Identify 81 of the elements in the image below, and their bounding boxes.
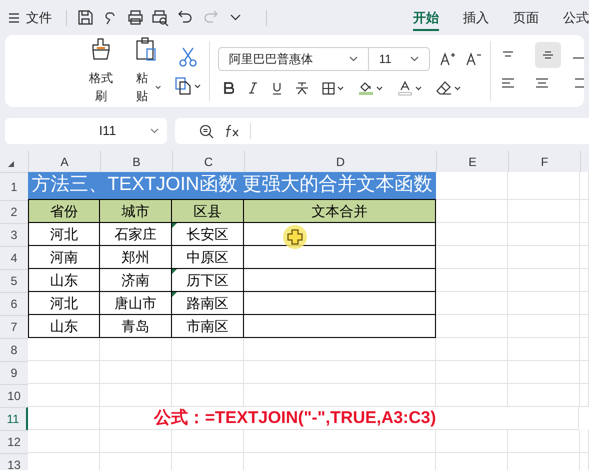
row-header[interactable]: 8 bbox=[10, 341, 18, 359]
bold-icon[interactable] bbox=[224, 82, 234, 94]
border-icon[interactable] bbox=[322, 82, 335, 94]
paintbrush-icon[interactable] bbox=[90, 37, 112, 61]
fill-color-icon[interactable] bbox=[358, 80, 374, 96]
row-header[interactable]: 7 bbox=[10, 318, 18, 336]
table-cell: 市南区 bbox=[172, 315, 244, 338]
ribbon-tab[interactable]: 公式 bbox=[563, 4, 589, 32]
header-cell: 省份 bbox=[28, 200, 100, 223]
table-cell: 河北 bbox=[28, 223, 100, 246]
clipboard-icon[interactable] bbox=[135, 37, 158, 61]
menu-icon[interactable] bbox=[8, 12, 20, 24]
row-header[interactable]: 1 bbox=[10, 178, 18, 196]
shrink-font-icon[interactable] bbox=[466, 52, 482, 66]
table-cell: 河北 bbox=[28, 292, 100, 315]
align-middle-button[interactable] bbox=[535, 42, 561, 68]
save-icon[interactable] bbox=[77, 9, 94, 26]
header-cell: 城市 bbox=[100, 200, 172, 223]
ribbon-tab[interactable]: 开始 bbox=[413, 4, 439, 32]
caret-icon[interactable] bbox=[415, 86, 422, 90]
scissors-icon[interactable] bbox=[179, 47, 197, 67]
table-cell: 郑州 bbox=[100, 246, 172, 269]
row-header[interactable]: 9 bbox=[10, 364, 18, 382]
italic-icon[interactable] bbox=[248, 82, 258, 94]
column-header[interactable]: F bbox=[540, 152, 548, 170]
table-cell: 青岛 bbox=[100, 315, 172, 338]
table-cell: 历下区 bbox=[172, 269, 244, 292]
align-top-icon[interactable] bbox=[501, 51, 515, 59]
table-cell: 唐山市 bbox=[100, 292, 172, 315]
align-left-icon[interactable] bbox=[501, 78, 515, 88]
row-header[interactable]: 5 bbox=[10, 272, 18, 290]
name-box[interactable]: I11 bbox=[5, 118, 167, 144]
table-cell: 山东 bbox=[28, 315, 100, 338]
column-header[interactable]: D bbox=[336, 152, 345, 170]
preview-icon[interactable] bbox=[152, 9, 169, 26]
table-cell: 济南 bbox=[100, 269, 172, 292]
align-middle-icon bbox=[541, 51, 555, 59]
size-dropdown[interactable]: 11 bbox=[369, 48, 429, 70]
caret-icon[interactable] bbox=[337, 86, 344, 90]
copy-icon[interactable] bbox=[175, 77, 191, 95]
table-cell: 长安区 bbox=[172, 223, 244, 246]
caret-icon[interactable] bbox=[454, 86, 461, 90]
function-icon[interactable] bbox=[224, 124, 240, 138]
column-header[interactable]: C bbox=[204, 152, 213, 170]
caret-icon[interactable] bbox=[376, 86, 383, 90]
print-icon[interactable] bbox=[127, 9, 144, 26]
grow-font-icon[interactable] bbox=[440, 52, 456, 66]
row-header[interactable]: 3 bbox=[10, 226, 18, 244]
chevron-icon bbox=[349, 56, 358, 62]
table-cell: 中原区 bbox=[172, 246, 244, 269]
align-center-icon[interactable] bbox=[535, 78, 549, 88]
column-header[interactable]: E bbox=[468, 152, 476, 170]
format-painter-button[interactable]: 格式刷 bbox=[85, 69, 118, 105]
table-cell: 石家庄 bbox=[100, 223, 172, 246]
cursor-icon bbox=[282, 224, 308, 250]
strikethrough-icon[interactable] bbox=[296, 82, 308, 94]
select-all-icon[interactable] bbox=[8, 161, 14, 167]
chevron-icon bbox=[410, 56, 419, 62]
column-header[interactable]: B bbox=[132, 152, 140, 170]
font-color-icon[interactable] bbox=[397, 80, 413, 96]
caret-icon[interactable] bbox=[194, 84, 201, 88]
ribbon-tab[interactable]: 插入 bbox=[463, 4, 489, 32]
paste-button[interactable]: 粘贴 bbox=[131, 69, 153, 105]
column-header[interactable]: A bbox=[60, 152, 68, 170]
table-cell: 河南 bbox=[28, 246, 100, 269]
underline-icon[interactable] bbox=[272, 82, 282, 94]
header-cell: 文本合并 bbox=[244, 200, 436, 223]
caret-icon[interactable] bbox=[154, 84, 161, 90]
ribbon-tab[interactable]: 页面 bbox=[513, 4, 539, 32]
row-header[interactable]: 6 bbox=[10, 295, 18, 313]
file-menu[interactable]: 文件 bbox=[26, 8, 52, 28]
row-header[interactable]: 2 bbox=[10, 203, 18, 221]
font-dropdown[interactable]: 阿里巴巴普惠体 bbox=[219, 48, 369, 70]
table-cell: 山东 bbox=[28, 269, 100, 292]
title-cell: 方法三、TEXTJOIN函数 更强大的合并文本函数 bbox=[28, 172, 436, 200]
table-cell: 路南区 bbox=[172, 292, 244, 315]
zoom-out-icon[interactable] bbox=[199, 124, 214, 138]
eraser-icon[interactable] bbox=[436, 81, 452, 95]
row-header[interactable]: 4 bbox=[10, 249, 18, 267]
formula-note: 公式：=TEXTJOIN("-",TRUE,A3:C3) bbox=[100, 407, 490, 430]
header-cell: 区县 bbox=[172, 200, 244, 223]
